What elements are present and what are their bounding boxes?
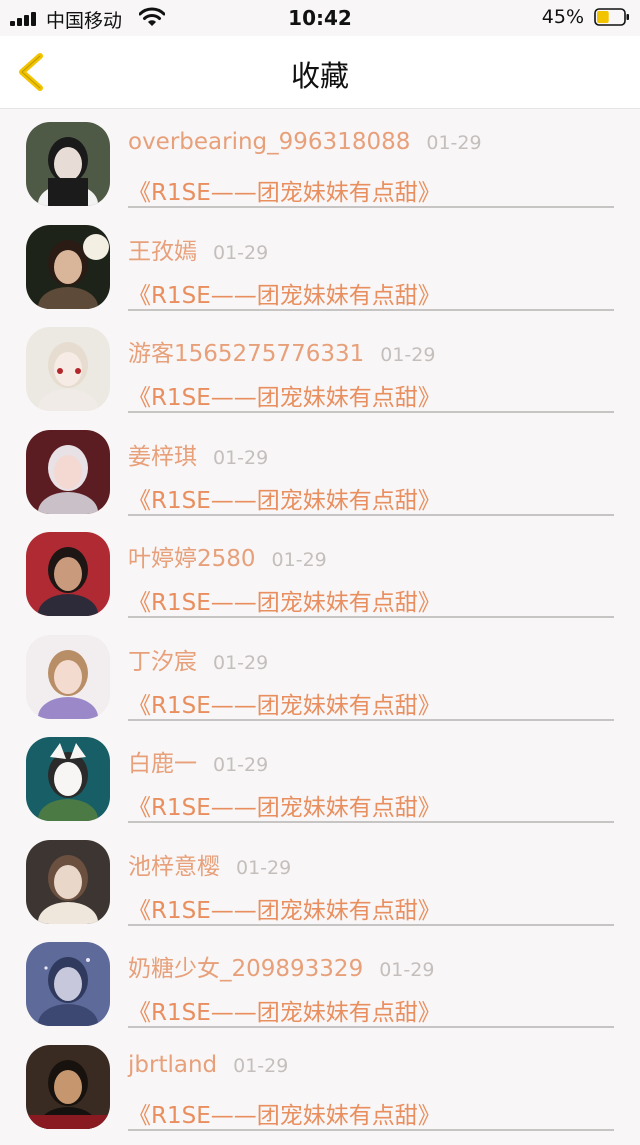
book-title-link[interactable]: 《R1SE——团宠妹妹有点甜》 (128, 1096, 441, 1130)
username-text[interactable]: 奶糖少女_209893329 (128, 956, 363, 982)
divider (128, 821, 614, 823)
book-title-link[interactable]: 《R1SE——团宠妹妹有点甜》 (128, 788, 441, 822)
avatar[interactable] (26, 327, 110, 411)
favorite-date: 01-29 (213, 652, 268, 674)
favorite-date: 01-29 (236, 857, 291, 879)
username-text[interactable]: 丁汐宸 (128, 649, 197, 675)
book-title-link[interactable]: 《R1SE——团宠妹妹有点甜》 (128, 583, 441, 617)
username-text[interactable]: 姜梓琪 (128, 444, 197, 470)
username[interactable]: jbrtland 01-29 (128, 1052, 288, 1078)
divider (128, 924, 614, 926)
favorite-date: 01-29 (380, 344, 435, 366)
username[interactable]: 游客1565275776331 01-29 (128, 334, 435, 368)
divider (128, 1026, 614, 1028)
username-text[interactable]: 王孜嫣 (128, 239, 197, 265)
username-text[interactable]: overbearing_996318088 (128, 129, 410, 155)
divider (128, 206, 614, 208)
page-title: 收藏 (0, 53, 640, 95)
favorite-list-item[interactable]: 池梓意樱 01-29 《R1SE——团宠妹妹有点甜》 (0, 838, 640, 941)
favorite-date: 01-29 (213, 242, 268, 264)
favorite-list-item[interactable]: 姜梓琪 01-29 《R1SE——团宠妹妹有点甜》 (0, 428, 640, 531)
username-text[interactable]: 池梓意樱 (128, 854, 220, 880)
avatar[interactable] (26, 840, 110, 924)
username[interactable]: overbearing_996318088 01-29 (128, 129, 482, 155)
status-bar: 中国移动 10:42 45% (0, 0, 640, 36)
favorite-list-item[interactable]: overbearing_996318088 01-29 《R1SE——团宠妹妹有点甜… (0, 120, 640, 223)
nav-header: 收藏 (0, 36, 640, 109)
avatar[interactable] (26, 122, 110, 206)
book-title-link[interactable]: 《R1SE——团宠妹妹有点甜》 (128, 481, 441, 515)
book-title-link[interactable]: 《R1SE——团宠妹妹有点甜》 (128, 686, 441, 720)
book-title-link[interactable]: 《R1SE——团宠妹妹有点甜》 (128, 993, 441, 1027)
avatar[interactable] (26, 942, 110, 1026)
favorite-date: 01-29 (233, 1055, 288, 1077)
username-text[interactable]: 游客1565275776331 (128, 341, 364, 367)
username[interactable]: 姜梓琪 01-29 (128, 437, 268, 471)
username[interactable]: 王孜嫣 01-29 (128, 232, 268, 266)
username[interactable]: 白鹿一 01-29 (128, 744, 268, 778)
battery-percent: 45% (542, 6, 584, 28)
avatar[interactable] (26, 430, 110, 514)
favorite-date: 01-29 (213, 447, 268, 469)
favorite-list-item[interactable]: 王孜嫣 01-29 《R1SE——团宠妹妹有点甜》 (0, 223, 640, 326)
favorites-list: overbearing_996318088 01-29 《R1SE——团宠妹妹有点甜… (0, 120, 640, 1145)
divider (128, 411, 614, 413)
favorite-date: 01-29 (379, 959, 434, 981)
divider (128, 616, 614, 618)
avatar[interactable] (26, 737, 110, 821)
favorite-date: 01-29 (213, 754, 268, 776)
favorite-list-item[interactable]: 叶婷婷2580 01-29 《R1SE——团宠妹妹有点甜》 (0, 530, 640, 633)
divider (128, 1129, 614, 1131)
favorite-date: 01-29 (426, 132, 481, 154)
divider (128, 309, 614, 311)
avatar[interactable] (26, 532, 110, 616)
favorite-list-item[interactable]: 白鹿一 01-29 《R1SE——团宠妹妹有点甜》 (0, 735, 640, 838)
favorite-list-item[interactable]: 奶糖少女_209893329 01-29 《R1SE——团宠妹妹有点甜》 (0, 940, 640, 1043)
avatar[interactable] (26, 635, 110, 719)
username[interactable]: 丁汐宸 01-29 (128, 642, 268, 676)
username[interactable]: 叶婷婷2580 01-29 (128, 539, 327, 573)
battery-icon (594, 8, 630, 26)
book-title-link[interactable]: 《R1SE——团宠妹妹有点甜》 (128, 276, 441, 310)
favorite-date: 01-29 (272, 549, 327, 571)
favorite-list-item[interactable]: jbrtland 01-29 《R1SE——团宠妹妹有点甜》 (0, 1043, 640, 1145)
username[interactable]: 奶糖少女_209893329 01-29 (128, 949, 434, 983)
divider (128, 514, 614, 516)
avatar[interactable] (26, 225, 110, 309)
book-title-link[interactable]: 《R1SE——团宠妹妹有点甜》 (128, 891, 441, 925)
book-title-link[interactable]: 《R1SE——团宠妹妹有点甜》 (128, 173, 441, 207)
username-text[interactable]: 叶婷婷2580 (128, 546, 256, 572)
username-text[interactable]: 白鹿一 (128, 751, 197, 777)
favorite-list-item[interactable]: 丁汐宸 01-29 《R1SE——团宠妹妹有点甜》 (0, 633, 640, 736)
avatar[interactable] (26, 1045, 110, 1129)
favorite-list-item[interactable]: 游客1565275776331 01-29 《R1SE——团宠妹妹有点甜》 (0, 325, 640, 428)
book-title-link[interactable]: 《R1SE——团宠妹妹有点甜》 (128, 378, 441, 412)
username[interactable]: 池梓意樱 01-29 (128, 847, 291, 881)
username-text[interactable]: jbrtland (128, 1052, 217, 1078)
divider (128, 719, 614, 721)
